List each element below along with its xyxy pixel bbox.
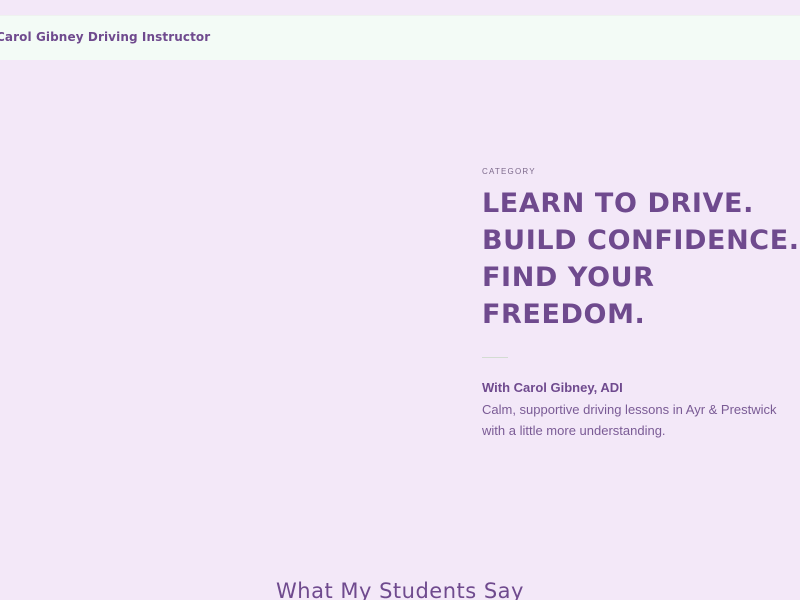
site-title-link[interactable]: Carol Gibney Driving Instructor <box>0 30 210 44</box>
page: Carol Gibney Driving Instructor CATEGORY… <box>0 0 800 600</box>
hero-headline: LEARN TO DRIVE. BUILD CONFIDENCE. FIND Y… <box>482 185 800 333</box>
hero-description: Calm, supportive driving lessons in Ayr … <box>482 402 777 438</box>
site-header: Carol Gibney Driving Instructor <box>0 15 800 60</box>
hero-category-label: CATEGORY <box>482 167 536 176</box>
hero-headline-line: BUILD CONFIDENCE. <box>482 225 800 256</box>
hero-headline-line: FREEDOM. <box>482 299 646 330</box>
testimonials-heading: What My Students Say <box>276 579 524 600</box>
hero-headline-line: LEARN TO DRIVE. <box>482 188 754 219</box>
hero-headline-line: FIND YOUR <box>482 262 655 293</box>
hero-divider <box>482 357 508 358</box>
hero-section: CATEGORY LEARN TO DRIVE. BUILD CONFIDENC… <box>482 167 800 441</box>
hero-byline: With Carol Gibney, ADI <box>482 380 623 395</box>
